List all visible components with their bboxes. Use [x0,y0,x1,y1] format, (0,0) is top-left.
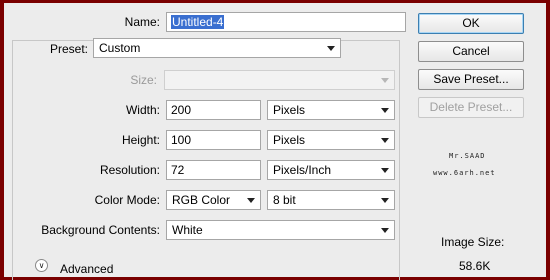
name-value: Untitled-4 [171,15,225,29]
ok-button[interactable]: OK [418,13,524,34]
name-label: Name: [124,15,160,29]
chevron-down-icon [381,198,389,203]
background-label: Background Contents: [41,223,160,237]
watermark-line-1: Mr.SAAD [449,152,486,160]
double-chevron-down-icon[interactable]: ∨ [35,259,48,272]
resolution-unit-value: Pixels/Inch [273,163,332,177]
chevron-down-icon [381,78,389,83]
image-size-value: 58.6K [459,259,491,273]
width-unit-select[interactable]: Pixels [267,100,395,120]
chevron-down-icon [247,198,255,203]
chevron-down-icon [381,168,389,173]
size-label: Size: [130,73,157,87]
resolution-unit-select[interactable]: Pixels/Inch [267,160,395,180]
bit-depth-value: 8 bit [273,193,296,207]
height-unit-value: Pixels [273,133,306,147]
color-mode-value: RGB Color [172,193,231,207]
width-unit-value: Pixels [273,103,306,117]
advanced-toggle-label[interactable]: Advanced [60,262,113,276]
chevron-down-icon [327,46,335,51]
height-unit-select[interactable]: Pixels [267,130,395,150]
size-select[interactable] [164,70,395,90]
color-mode-select[interactable]: RGB Color [166,190,261,210]
height-label: Height: [121,133,160,147]
resolution-input[interactable]: 72 [166,160,261,180]
chevron-down-icon [381,138,389,143]
background-value: White [172,223,203,237]
delete-preset-button[interactable]: Delete Preset... [418,97,524,118]
preset-value: Custom [99,41,141,55]
preset-label: Preset: [49,42,88,56]
height-input[interactable]: 100 [166,130,261,150]
image-size-label: Image Size: [441,235,505,249]
chevron-down-icon [381,108,389,113]
name-input[interactable]: Untitled-4 [166,12,406,32]
cancel-button[interactable]: Cancel [418,41,524,62]
width-input[interactable]: 200 [166,100,261,120]
width-value: 200 [171,103,192,117]
height-value: 100 [171,133,192,147]
chevron-down-icon [381,228,389,233]
preset-select[interactable]: Custom [93,38,341,58]
width-label: Width: [125,103,160,117]
watermark-line-2: www.6arh.net [433,169,496,177]
resolution-label: Resolution: [99,163,160,177]
color-mode-label: Color Mode: [94,193,160,207]
resolution-value: 72 [171,163,185,177]
bit-depth-select[interactable]: 8 bit [267,190,395,210]
save-preset-button[interactable]: Save Preset... [418,69,524,90]
background-select[interactable]: White [166,220,395,240]
